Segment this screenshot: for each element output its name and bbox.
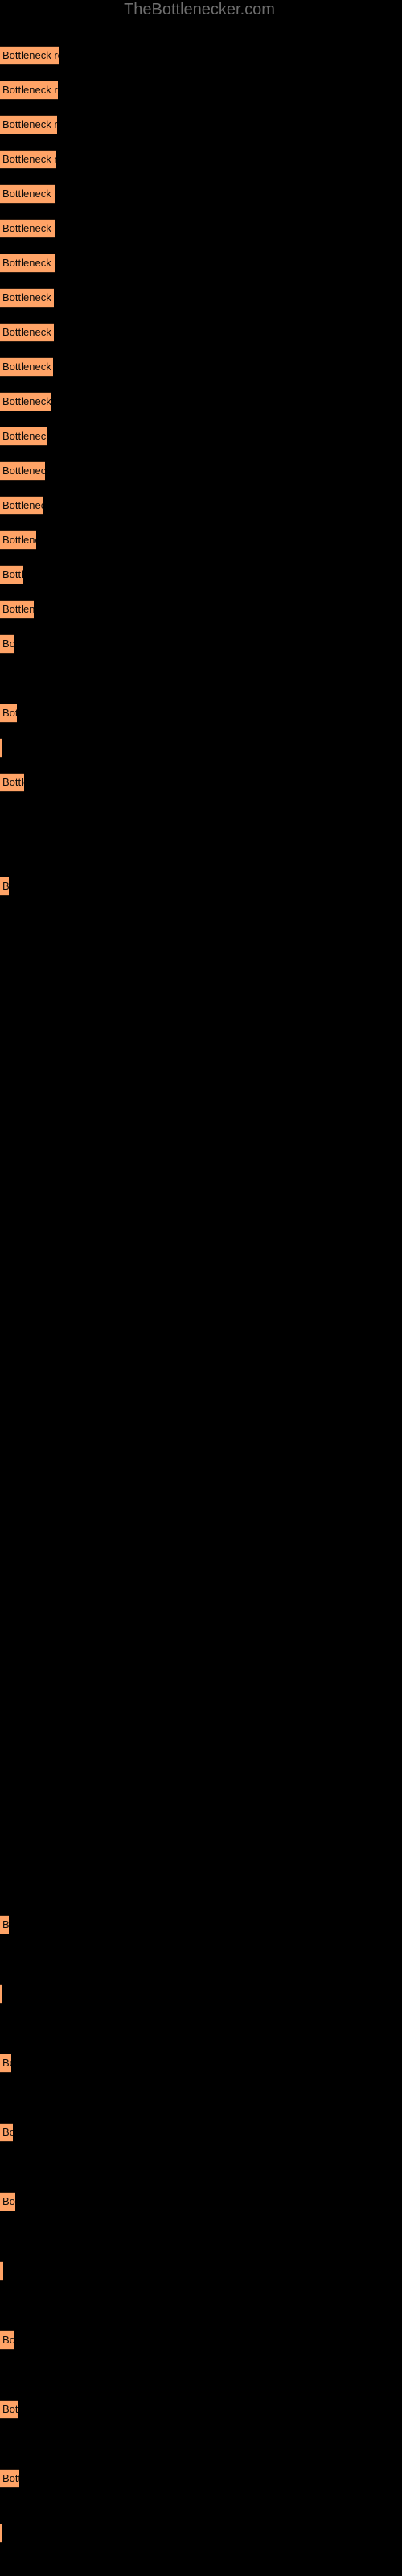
bar[interactable]: Bottleneck result	[0, 46, 59, 65]
bar[interactable]: Bottleneck result	[0, 2524, 2, 2543]
bar-label: Bottleneck result	[2, 2334, 14, 2346]
bar-label: Bottleneck result	[2, 291, 54, 303]
bar[interactable]: Bottleneck result	[0, 219, 55, 238]
bar-label: Bottleneck result	[2, 2195, 15, 2207]
bar-label: Bottleneck result	[2, 2472, 19, 2484]
bar-label: Bottleneck result	[2, 153, 56, 165]
bar[interactable]: Bottleneck result	[0, 80, 58, 100]
bar[interactable]: Bottleneck result	[0, 2192, 15, 2211]
bar[interactable]: Bottleneck result	[0, 115, 57, 134]
bar[interactable]: Bottleneck result	[0, 600, 34, 619]
bar[interactable]: Bottleneck result	[0, 427, 47, 446]
bar-label: Bottleneck result	[2, 1918, 9, 1930]
bar[interactable]: Bottleneck result	[0, 150, 56, 169]
bar[interactable]: Bottleneck result	[0, 2469, 19, 2488]
bar[interactable]: Bottleneck result	[0, 773, 24, 792]
bar[interactable]: Bottleneck result	[0, 1984, 2, 2004]
bar-label: Bottleneck result	[2, 326, 54, 338]
bar[interactable]: Bottleneck result	[0, 323, 54, 342]
bar[interactable]: Bottleneck result	[0, 738, 2, 758]
bar-label: Bottleneck result	[2, 707, 17, 719]
bar[interactable]: Bottleneck result	[0, 530, 36, 550]
bar-label: Bottleneck result	[2, 430, 47, 442]
bar[interactable]: Bottleneck result	[0, 254, 55, 273]
bar[interactable]: Bottleneck result	[0, 2123, 13, 2142]
bar-label: Bottleneck result	[2, 2403, 18, 2415]
bar[interactable]: Bottleneck result	[0, 877, 9, 896]
bar-label: Bottleneck result	[2, 499, 43, 511]
bar-label: Bottleneck result	[2, 188, 55, 200]
bar[interactable]: Bottleneck result	[0, 565, 23, 584]
bar-label: Bottleneck result	[2, 568, 23, 580]
bar-label: Bottleneck result	[2, 49, 59, 61]
bar-label: Bottleneck result	[2, 880, 9, 892]
bar-label: Bottleneck result	[2, 534, 36, 546]
bar-label: Bottleneck result	[2, 257, 55, 269]
bar[interactable]: Bottleneck result	[0, 704, 17, 723]
bar-label: Bottleneck result	[2, 603, 34, 615]
bar-label: Bottleneck result	[2, 2265, 3, 2277]
bar[interactable]: Bottleneck result	[0, 288, 54, 308]
bar-label: Bottleneck result	[2, 776, 24, 788]
bar-label: Bottleneck result	[2, 361, 53, 373]
bar[interactable]: Bottleneck result	[0, 392, 51, 411]
bar[interactable]: Bottleneck result	[0, 2330, 14, 2350]
bar-label: Bottleneck result	[2, 2057, 11, 2069]
bar-label: Bottleneck result	[2, 464, 45, 477]
bar[interactable]: Bottleneck result	[0, 2054, 11, 2073]
bar[interactable]: Bottleneck result	[0, 2400, 18, 2419]
bar-label: Bottleneck result	[2, 84, 58, 96]
bar-label: Bottleneck result	[2, 395, 51, 407]
bar[interactable]: Bottleneck result	[0, 357, 53, 377]
bar-chart-plot-area: Bottleneck result Bottleneck result Bottle…	[0, 0, 402, 2576]
bar-label: Bottleneck result	[2, 118, 57, 130]
bar-label: Bottleneck result	[2, 222, 55, 234]
bar[interactable]: Bottleneck result	[0, 1915, 9, 1934]
bar[interactable]: Bottleneck result	[0, 2261, 3, 2281]
bar[interactable]: Bottleneck result	[0, 634, 14, 654]
bar[interactable]: Bottleneck result	[0, 184, 55, 204]
bar[interactable]: Bottleneck result	[0, 461, 45, 481]
bar[interactable]: Bottleneck result	[0, 496, 43, 515]
bar-label: Bottleneck result	[2, 638, 14, 650]
bar-label: Bottleneck result	[2, 2126, 13, 2138]
